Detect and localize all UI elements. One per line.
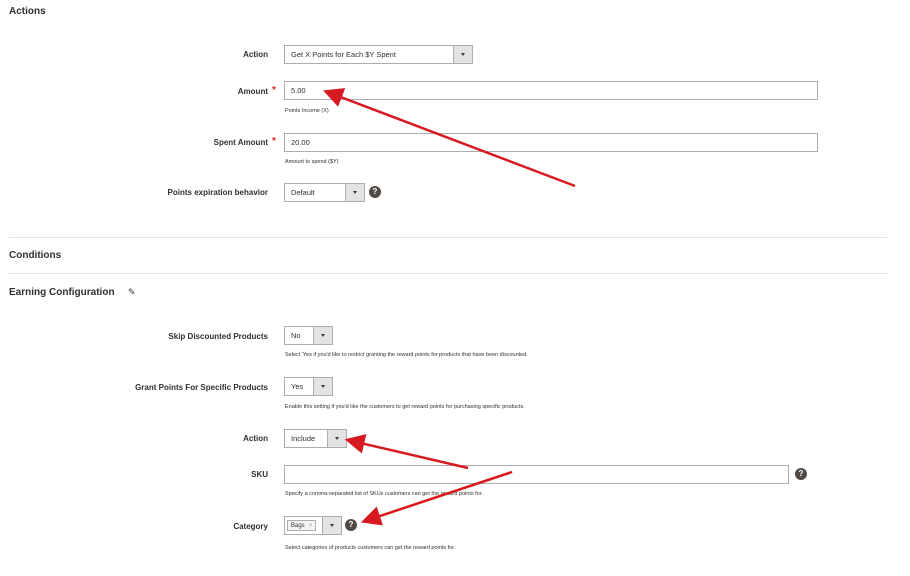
earning-action-select[interactable]: Include xyxy=(284,429,347,448)
amount-input[interactable]: 5.00 xyxy=(284,81,818,100)
close-icon[interactable]: × xyxy=(309,523,313,529)
category-label: Category xyxy=(233,522,268,531)
arrow-action xyxy=(344,434,469,470)
grant-specific-note: Enable this setting if you'd like the cu… xyxy=(285,404,525,410)
separator xyxy=(9,273,887,274)
question-circle-icon[interactable]: ? xyxy=(795,468,807,480)
chevron-down-icon[interactable] xyxy=(313,327,332,344)
earning-action-label: Action xyxy=(243,434,268,443)
category-tag-label: Bags xyxy=(291,523,305,529)
question-circle-icon[interactable]: ? xyxy=(369,186,381,198)
skip-discounted-select[interactable]: No xyxy=(284,326,333,345)
points-expiration-value: Default xyxy=(291,188,315,197)
spent-amount-input[interactable]: 20.00 xyxy=(284,133,818,152)
amount-note: Points Income (X) xyxy=(285,108,329,114)
conditions-section-title: Conditions xyxy=(9,250,62,261)
chevron-down-icon[interactable] xyxy=(313,378,332,395)
points-expiration-select[interactable]: Default xyxy=(284,183,365,202)
spent-amount-note: Amount to spend ($Y) xyxy=(285,159,339,165)
category-tag: Bags × xyxy=(287,520,317,531)
actions-section-title: Actions xyxy=(9,6,46,17)
chevron-down-icon[interactable] xyxy=(322,517,341,534)
required-marker: * xyxy=(272,85,276,96)
separator xyxy=(9,237,887,238)
grant-specific-value: Yes xyxy=(291,382,304,391)
skip-discounted-note: Select 'Yes if you'd like to restrict gr… xyxy=(285,352,528,358)
action-label: Action xyxy=(243,50,268,59)
points-expiration-label: Points expiration behavior xyxy=(167,188,268,197)
action-select-value: Get X Points for Each $Y Spent xyxy=(291,50,396,59)
action-select[interactable]: Get X Points for Each $Y Spent xyxy=(284,45,473,64)
spent-amount-label: Spent Amount xyxy=(213,138,268,147)
grant-specific-label: Grant Points For Specific Products xyxy=(135,383,268,392)
sku-input[interactable] xyxy=(284,465,789,484)
question-circle-icon[interactable]: ? xyxy=(345,519,357,531)
required-marker: * xyxy=(272,136,276,147)
amount-label: Amount xyxy=(237,87,268,96)
skip-discounted-value: No xyxy=(291,331,301,340)
skip-discounted-label: Skip Discounted Products xyxy=(168,332,268,341)
grant-specific-select[interactable]: Yes xyxy=(284,377,333,396)
chevron-down-icon[interactable] xyxy=(345,184,364,201)
chevron-down-icon[interactable] xyxy=(327,430,346,447)
sku-note: Specify a comma-separated list of SKUs c… xyxy=(285,491,483,497)
sku-label: SKU xyxy=(251,470,268,479)
pencil-icon[interactable]: ✎ xyxy=(128,287,136,298)
category-note: Select categories of products customers … xyxy=(285,545,456,551)
earning-section-title: Earning Configuration xyxy=(9,287,115,298)
earning-action-value: Include xyxy=(291,434,316,443)
chevron-down-icon[interactable] xyxy=(453,46,472,63)
